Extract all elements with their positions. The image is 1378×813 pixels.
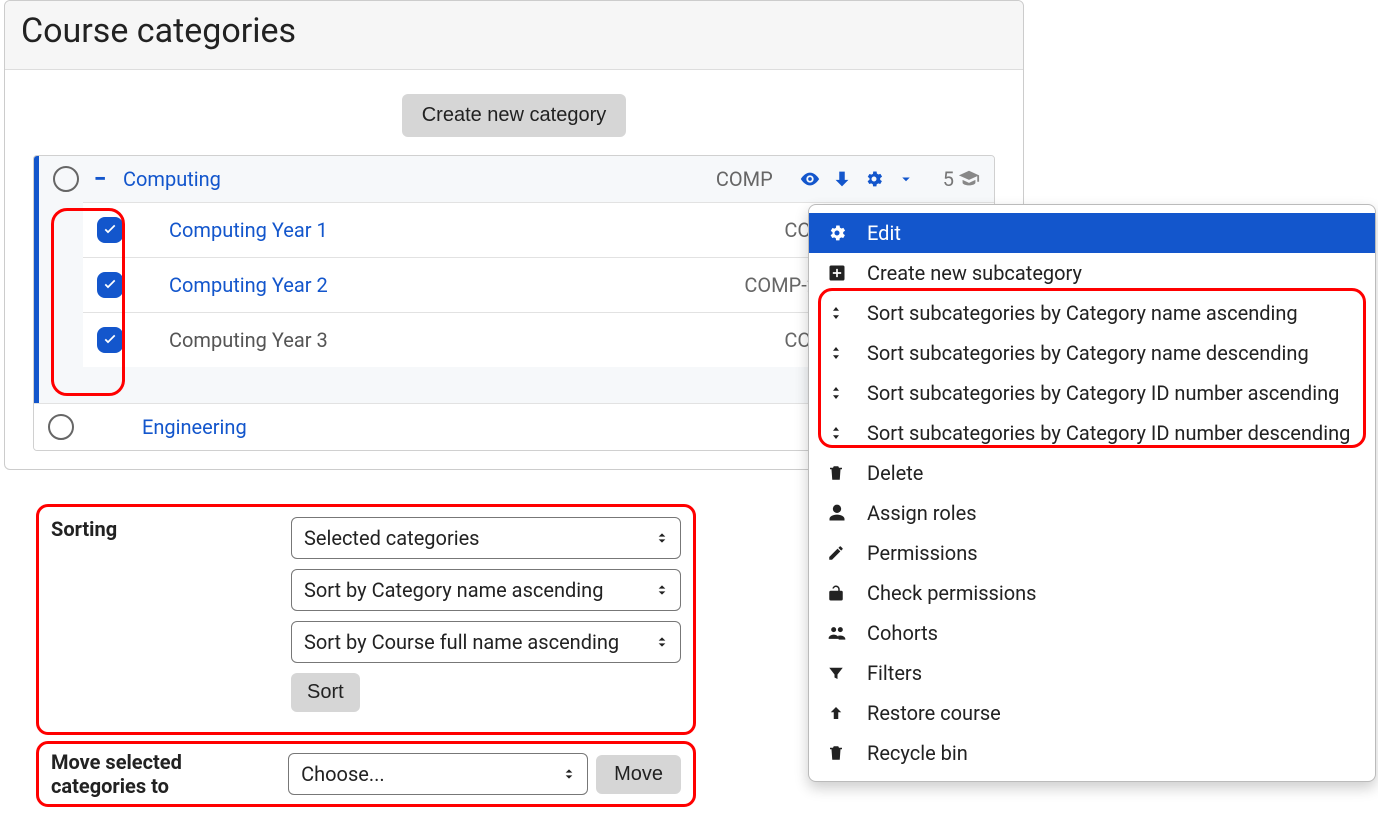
edit-icon [827,544,851,562]
panel-header: Course categories [5,1,1023,70]
category-link[interactable]: Computing [123,167,221,191]
checkbox-computing[interactable] [53,166,79,192]
restore-icon [827,704,851,722]
move-down-icon[interactable] [829,166,855,192]
menu-sort-name-desc[interactable]: Sort subcategories by Category name desc… [809,333,1375,373]
sorting-heading: Sorting [51,517,271,541]
sort-button[interactable]: Sort [291,673,360,712]
menu-check-permissions[interactable]: Check permissions [809,573,1375,613]
menu-restore-course[interactable]: Restore course [809,693,1375,733]
sorting-scope-select[interactable]: Selected categories [291,517,681,559]
sort-icon [827,344,851,362]
menu-sort-name-asc[interactable]: Sort subcategories by Category name asce… [809,293,1375,333]
menu-cohorts[interactable]: Cohorts [809,613,1375,653]
menu-delete[interactable]: Delete [809,453,1375,493]
sort-icon [827,424,851,442]
course-count: 5 [943,167,980,191]
sort-by-course-select[interactable]: Sort by Course full name ascending [291,621,681,663]
menu-create-subcategory[interactable]: Create new subcategory [809,253,1375,293]
eye-icon[interactable] [797,166,823,192]
menu-filters[interactable]: Filters [809,653,1375,693]
unlock-icon [827,584,851,602]
filter-icon [827,664,851,682]
page-title: Course categories [21,11,1005,51]
menu-edit[interactable]: Edit [809,213,1375,253]
checkbox-year3[interactable] [97,327,123,353]
menu-sort-id-desc[interactable]: Sort subcategories by Category ID number… [809,413,1375,453]
sort-icon [827,304,851,322]
category-link[interactable]: Engineering [142,415,247,439]
collapse-icon[interactable]: − [89,167,111,192]
move-target-select[interactable]: Choose... [288,753,588,795]
move-heading: Move selected categories to [51,750,268,798]
checkbox-year1[interactable] [97,217,123,243]
subcategory-link[interactable]: Computing Year 1 [169,218,328,242]
subcategory-link[interactable]: Computing Year 2 [169,273,328,297]
menu-permissions[interactable]: Permissions [809,533,1375,573]
menu-recycle-bin[interactable]: Recycle bin [809,733,1375,773]
subcategory-label: Computing Year 3 [169,328,328,352]
sorting-group: Sorting Selected categories Sort by Cate… [36,504,696,735]
plus-square-icon [827,263,851,283]
move-group: Move selected categories to Choose... Mo… [36,741,696,807]
trash-icon [827,744,851,762]
user-icon [827,503,851,523]
menu-sort-id-asc[interactable]: Sort subcategories by Category ID number… [809,373,1375,413]
sort-icon [827,384,851,402]
checkbox-year2[interactable] [97,272,123,298]
category-actions-menu: Edit Create new subcategory Sort subcate… [808,204,1376,782]
create-category-button[interactable]: Create new category [402,94,627,137]
category-row-computing[interactable]: − Computing COMP 5 [34,156,994,202]
chevron-down-icon[interactable] [893,166,919,192]
menu-assign-roles[interactable]: Assign roles [809,493,1375,533]
checkbox-engineering[interactable] [48,414,74,440]
category-code: COMP [716,167,773,191]
gear-icon [827,223,851,243]
subcategory-code: COMP-2 [744,273,818,297]
move-button[interactable]: Move [596,755,681,794]
users-icon [827,623,851,643]
bottom-controls: Sorting Selected categories Sort by Cate… [36,504,696,813]
gear-icon[interactable] [861,166,887,192]
trash-icon [827,464,851,482]
create-row: Create new category [5,70,1023,155]
sort-by-category-select[interactable]: Sort by Category name ascending [291,569,681,611]
